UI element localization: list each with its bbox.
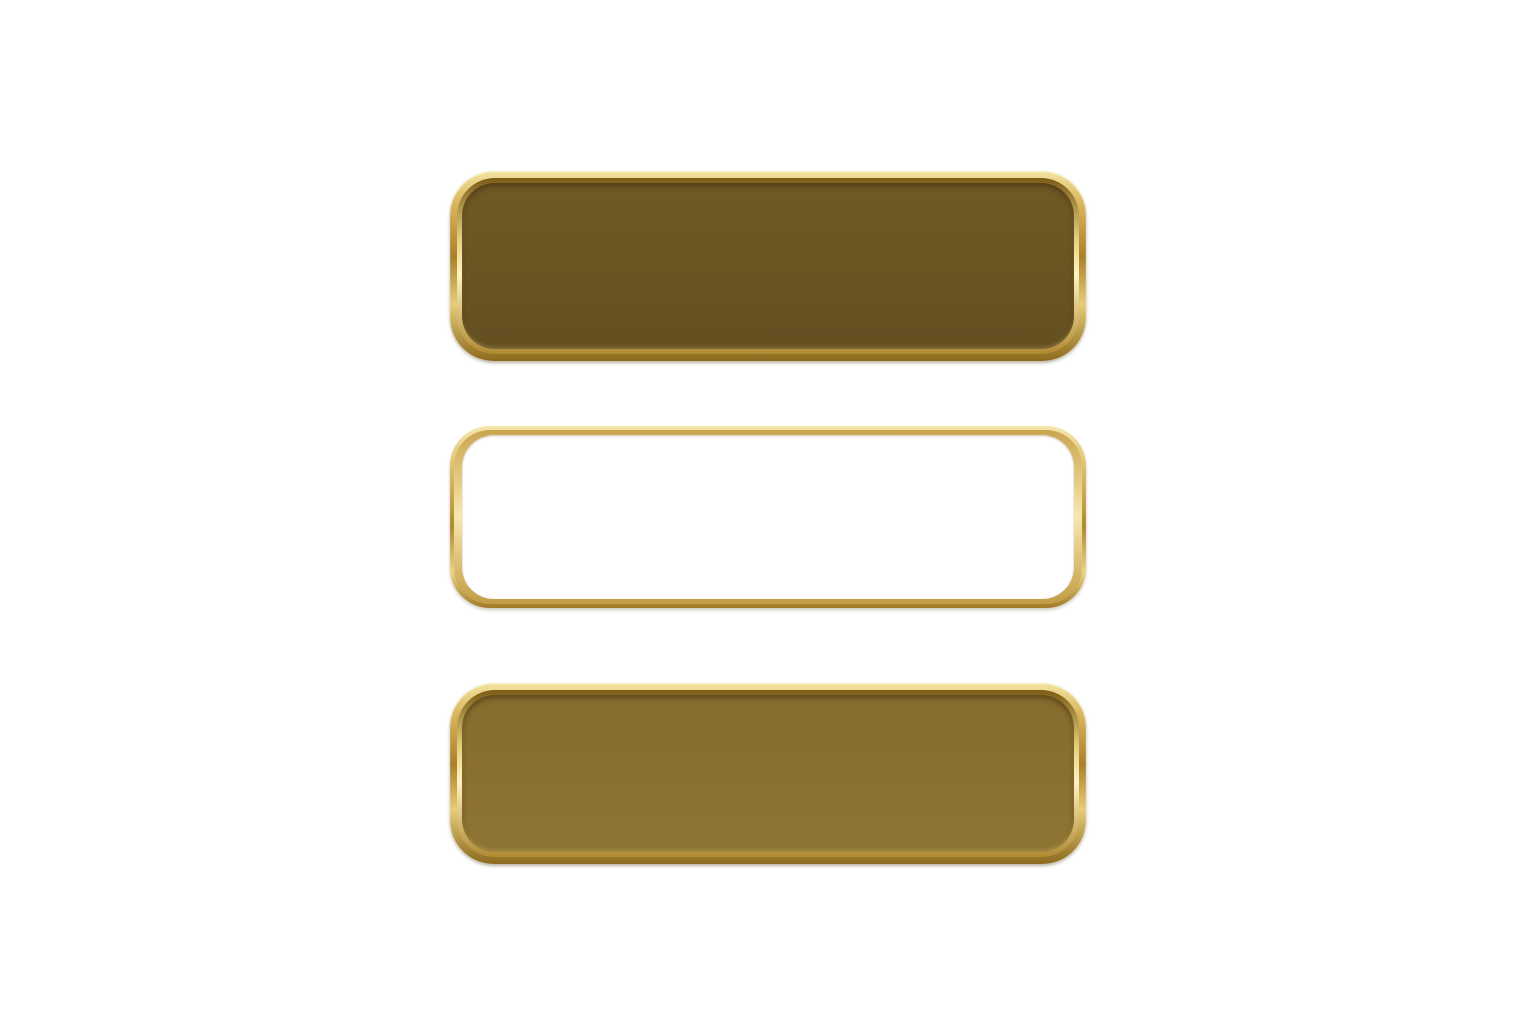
- button-label: [450, 426, 1086, 608]
- button-label: [450, 683, 1086, 864]
- gold-button-outline[interactable]: [450, 426, 1086, 608]
- gold-button-light[interactable]: [450, 683, 1086, 864]
- button-label: [450, 171, 1086, 361]
- canvas: [0, 0, 1536, 1024]
- gold-button-dark[interactable]: [450, 171, 1086, 361]
